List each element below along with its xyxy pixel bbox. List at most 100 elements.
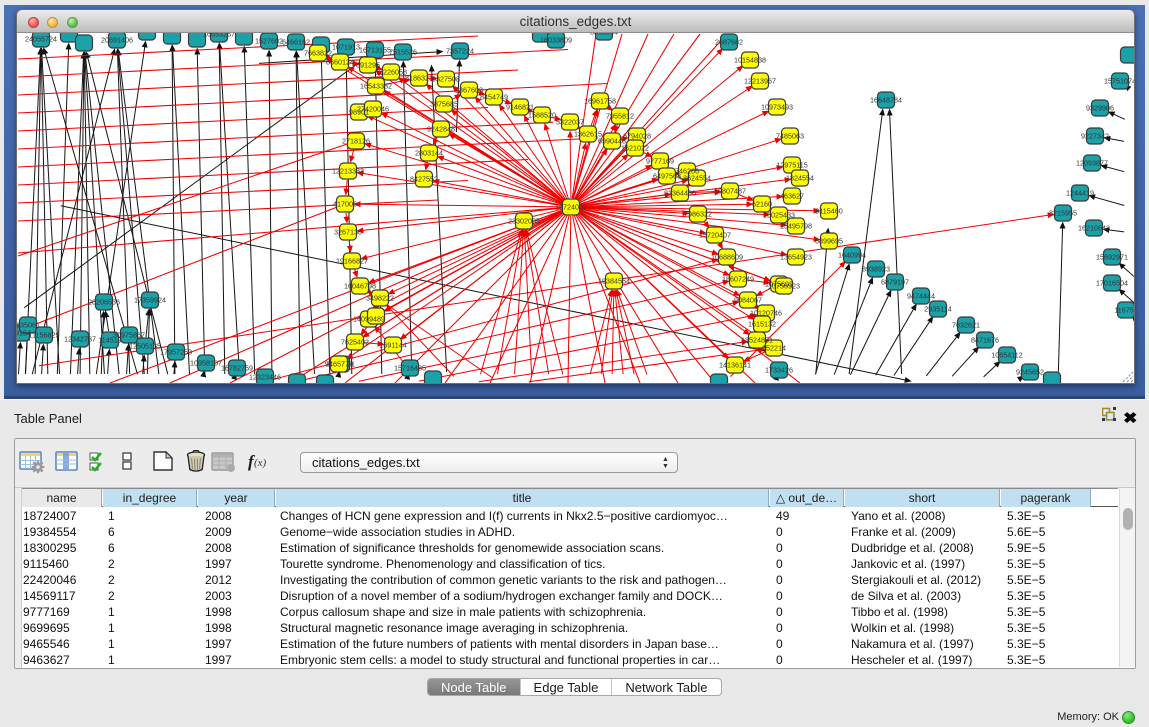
svg-text:7632621: 7632621 [952, 321, 980, 330]
svg-text:18607249: 18607249 [722, 275, 754, 284]
svg-text:23302035: 23302035 [508, 217, 540, 226]
svg-text:14136141: 14136141 [719, 361, 751, 370]
svg-text:16046798: 16046798 [344, 282, 376, 291]
svg-text:16782759: 16782759 [221, 364, 253, 373]
svg-text:16648784: 16648784 [870, 96, 902, 105]
svg-text:11156829: 11156829 [29, 331, 60, 340]
svg-text:252214: 252214 [762, 344, 786, 353]
svg-text:17957253: 17957253 [160, 348, 192, 357]
svg-text:1588520: 1588520 [528, 111, 556, 120]
svg-text:2803144: 2803144 [415, 149, 443, 158]
svg-text:10154838: 10154838 [734, 56, 766, 65]
svg-text:62160: 62160 [752, 200, 772, 209]
svg-text:27420046: 27420046 [357, 105, 389, 114]
svg-text:8938923: 8938923 [862, 265, 890, 274]
svg-text:20691406: 20691406 [101, 36, 133, 45]
svg-text:116753: 116753 [1114, 306, 1134, 315]
svg-text:8813054: 8813054 [590, 33, 618, 37]
svg-text:10958107: 10958107 [190, 359, 222, 368]
svg-text:20206536: 20206536 [88, 298, 120, 307]
svg-text:2687682: 2687682 [715, 38, 743, 47]
svg-text:1733426: 1733426 [765, 366, 793, 375]
svg-text:1824554: 1824554 [786, 174, 814, 183]
svg-text:10973493: 10973493 [761, 103, 793, 112]
svg-text:7485063: 7485063 [776, 132, 804, 141]
svg-text:2935114: 2935114 [924, 305, 951, 314]
svg-text:12975115: 12975115 [776, 161, 807, 170]
svg-text:9084067: 9084067 [734, 296, 762, 305]
svg-text:10756923: 10756923 [768, 282, 800, 291]
svg-text:15692971: 15692971 [1096, 253, 1128, 262]
svg-text:9242848: 9242848 [427, 125, 455, 134]
svg-text:2367608: 2367608 [455, 86, 483, 95]
svg-text:30975867: 30975867 [113, 331, 145, 340]
svg-text:3498222: 3498222 [366, 294, 394, 303]
svg-text:10025433: 10025433 [763, 211, 795, 220]
svg-text:16713155: 16713155 [359, 46, 391, 55]
svg-text:14099489: 14099489 [353, 315, 385, 324]
svg-text:5322037: 5322037 [556, 118, 584, 127]
svg-text:17016504: 17016504 [1096, 279, 1128, 288]
svg-text:17359924: 17359924 [134, 296, 166, 305]
svg-text:9115460: 9115460 [815, 207, 842, 216]
svg-text:16653267: 16653267 [203, 33, 235, 39]
svg-text:463627: 463627 [780, 192, 804, 201]
svg-text:3624554: 3624554 [683, 174, 711, 183]
svg-text:13654923: 13654923 [780, 253, 812, 262]
svg-text:7663822: 7663822 [304, 49, 332, 58]
svg-text:8186323: 8186323 [405, 74, 433, 83]
svg-text:1615132: 1615132 [748, 320, 776, 329]
svg-text:19384554: 19384554 [598, 277, 630, 286]
svg-text:6466162: 6466162 [282, 38, 310, 47]
svg-text:15751074: 15751074 [1104, 77, 1134, 86]
svg-text:8215955: 8215955 [1049, 209, 1077, 218]
svg-text:8660124: 8660124 [326, 58, 354, 67]
svg-text:3875685: 3875685 [430, 100, 458, 109]
svg-text:9227342: 9227342 [1081, 132, 1109, 141]
svg-text:12342737: 12342737 [64, 335, 96, 344]
svg-text:6794028: 6794028 [623, 132, 651, 141]
svg-text:12213383: 12213383 [332, 167, 364, 176]
svg-text:2718126: 2718126 [342, 137, 370, 146]
svg-text:13226058: 13226058 [375, 68, 407, 77]
svg-text:18724007: 18724007 [555, 203, 587, 212]
svg-text:16543382: 16543382 [360, 82, 392, 91]
svg-text:7515526: 7515526 [389, 48, 417, 57]
svg-text:16210643: 16210643 [1078, 224, 1110, 233]
svg-text:9245652: 9245652 [1016, 368, 1044, 377]
svg-text:(x): (x) [254, 457, 267, 469]
svg-text:7986322: 7986322 [684, 210, 712, 219]
svg-text:21364436: 21364436 [664, 189, 696, 198]
svg-text:1621022: 1621022 [621, 144, 649, 153]
svg-text:7955812: 7955812 [606, 112, 634, 121]
svg-text:10654112: 10654112 [991, 351, 1022, 360]
svg-text:12213967: 12213967 [744, 77, 776, 86]
svg-text:24055724: 24055724 [25, 35, 57, 44]
svg-text:16033809: 16033809 [540, 36, 572, 45]
svg-text:8471676: 8471676 [971, 336, 999, 345]
svg-text:1640994: 1640994 [838, 251, 866, 260]
svg-text:15716485: 15716485 [394, 364, 426, 373]
svg-text:135061: 135061 [17, 321, 40, 330]
svg-text:9777169: 9777169 [646, 157, 674, 166]
svg-text:7625402: 7625402 [341, 338, 369, 347]
svg-text:9465779: 9465779 [325, 360, 353, 369]
svg-text:417006: 417006 [333, 200, 357, 209]
svg-text:10688609: 10688609 [711, 253, 743, 262]
svg-text:8427552: 8427552 [410, 175, 438, 184]
svg-text:19166827: 19166827 [336, 257, 368, 266]
svg-text:6879197: 6879197 [881, 278, 909, 287]
svg-text:15720407: 15720407 [699, 231, 731, 240]
svg-text:10120746: 10120746 [750, 309, 782, 318]
svg-text:6899695: 6899695 [815, 237, 843, 246]
svg-text:12093877: 12093877 [1076, 159, 1108, 168]
svg-text:8454749: 8454749 [480, 93, 508, 102]
svg-text:12323446: 12323446 [249, 373, 281, 382]
svg-text:1071913: 1071913 [332, 43, 360, 52]
svg-text:16961758: 16961758 [584, 97, 616, 106]
svg-text:10807487: 10807487 [714, 187, 746, 196]
svg-text:3267130: 3267130 [334, 228, 362, 237]
svg-text:7357224: 7357224 [446, 47, 474, 56]
svg-text:1691144: 1691144 [379, 341, 406, 350]
svg-text:1244419: 1244419 [1066, 189, 1094, 198]
